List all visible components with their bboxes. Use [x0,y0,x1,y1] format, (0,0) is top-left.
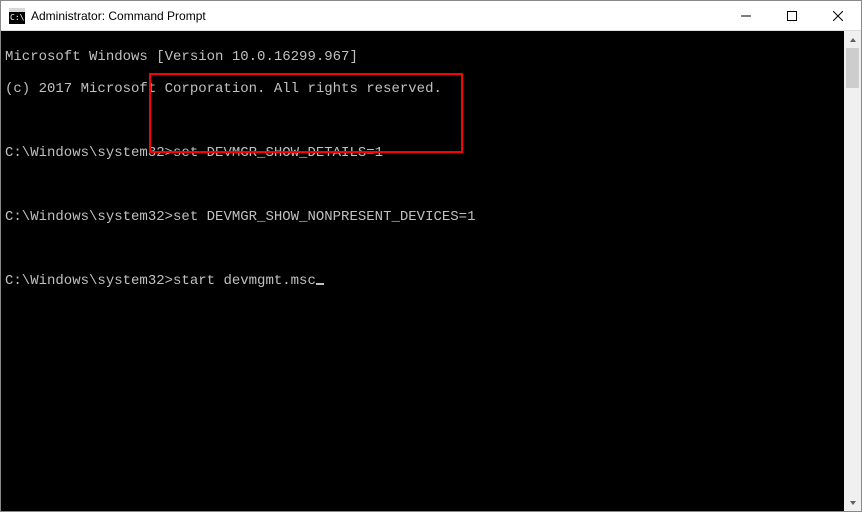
window-title: Administrator: Command Prompt [31,9,206,23]
prompt: C:\Windows\system32> [5,145,173,161]
scroll-thumb[interactable] [846,48,859,88]
close-button[interactable] [815,1,861,31]
prompt: C:\Windows\system32> [5,209,173,225]
terminal-line: C:\Windows\system32>set DEVMGR_SHOW_NONP… [5,209,840,225]
client-area: Microsoft Windows [Version 10.0.16299.96… [1,31,861,511]
scroll-down-button[interactable] [844,494,861,511]
cmd-icon: C:\ [9,8,25,24]
terminal-line: C:\Windows\system32>set DEVMGR_SHOW_DETA… [5,145,840,161]
titlebar: C:\ Administrator: Command Prompt [1,1,861,31]
terminal-line: C:\Windows\system32>start devmgmt.msc [5,273,840,289]
scroll-up-button[interactable] [844,31,861,48]
terminal-line [5,177,840,193]
command: set DEVMGR_SHOW_DETAILS=1 [173,145,383,161]
minimize-button[interactable] [723,1,769,31]
terminal[interactable]: Microsoft Windows [Version 10.0.16299.96… [1,31,844,511]
terminal-line [5,113,840,129]
cursor [316,283,324,285]
prompt: C:\Windows\system32> [5,273,173,289]
command: start devmgmt.msc [173,273,316,289]
command: set DEVMGR_SHOW_NONPRESENT_DEVICES=1 [173,209,475,225]
terminal-line: Microsoft Windows [Version 10.0.16299.96… [5,49,840,65]
vertical-scrollbar[interactable] [844,31,861,511]
terminal-line: (c) 2017 Microsoft Corporation. All righ… [5,81,840,97]
terminal-line [5,241,840,257]
maximize-button[interactable] [769,1,815,31]
svg-text:C:\: C:\ [10,13,25,22]
